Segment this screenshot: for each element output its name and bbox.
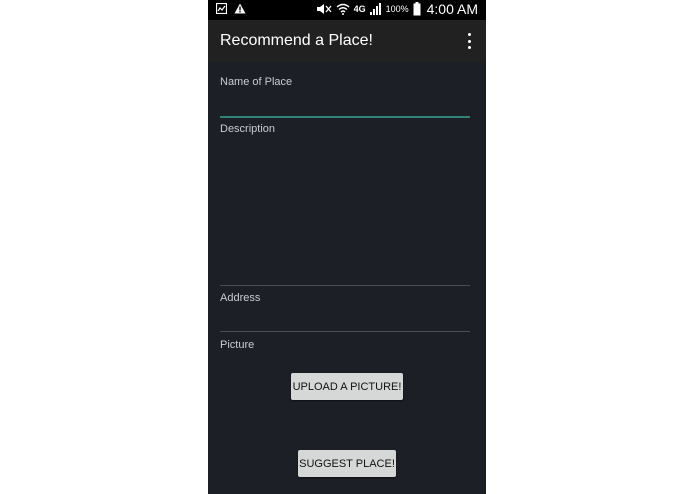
name-of-place-input[interactable] bbox=[220, 96, 470, 114]
network-type: 4G bbox=[353, 4, 366, 14]
status-left-icons bbox=[216, 3, 246, 14]
picture-label: Picture bbox=[220, 339, 255, 351]
screenshot-icon bbox=[216, 3, 227, 14]
status-bar: 4G 100% 4:00 AM bbox=[208, 0, 486, 20]
upload-picture-button[interactable]: UPLOAD A PICTURE! bbox=[291, 373, 403, 400]
wifi-icon bbox=[336, 3, 350, 15]
address-underline bbox=[220, 331, 470, 332]
address-input[interactable] bbox=[220, 310, 470, 328]
status-right-icons: 4G 100% 4:00 AM bbox=[316, 1, 478, 17]
description-label: Description bbox=[220, 123, 276, 135]
more-vert-icon[interactable] bbox=[466, 33, 472, 49]
status-time: 4:00 AM bbox=[426, 1, 478, 17]
app-bar: Recommend a Place! bbox=[208, 20, 486, 62]
signal-icon bbox=[369, 3, 381, 15]
phone-screen: 4G 100% 4:00 AM Recommend a Place! Name … bbox=[208, 0, 486, 494]
address-label: Address bbox=[220, 292, 261, 304]
battery-percent: 100% bbox=[385, 4, 409, 14]
name-of-place-underline bbox=[220, 116, 470, 118]
app-title: Recommend a Place! bbox=[220, 32, 373, 49]
mute-icon bbox=[316, 4, 332, 14]
suggest-place-button[interactable]: SUGGEST PLACE! bbox=[298, 450, 396, 477]
warning-icon bbox=[234, 3, 246, 14]
description-underline bbox=[220, 285, 470, 286]
battery-icon bbox=[413, 2, 421, 16]
description-input[interactable] bbox=[220, 142, 470, 282]
name-of-place-label: Name of Place bbox=[220, 76, 293, 88]
